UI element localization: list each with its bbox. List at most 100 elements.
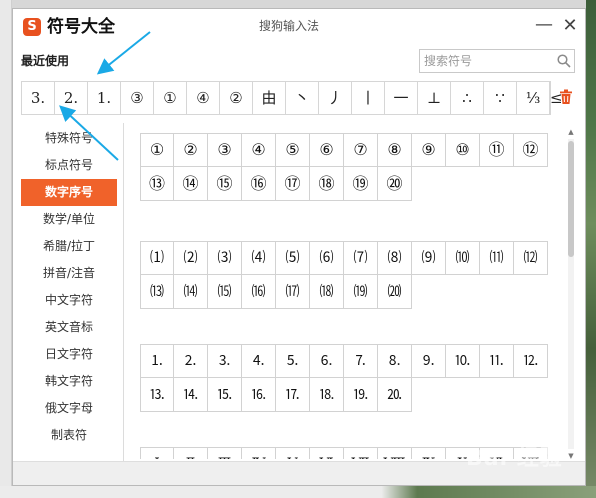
recent-symbol[interactable]: 丨 <box>352 82 385 114</box>
symbol-cell[interactable]: ⒍ <box>310 344 344 378</box>
sidebar-item[interactable]: 标点符号 <box>21 152 117 179</box>
symbol-cell[interactable]: ⑫ <box>514 133 548 167</box>
symbol-cell[interactable]: Ⅶ <box>344 447 378 459</box>
symbol-cell[interactable]: ⒎ <box>344 344 378 378</box>
symbol-cell[interactable]: ⑰ <box>276 167 310 201</box>
symbol-cell[interactable]: ⒗ <box>242 378 276 412</box>
recent-symbol[interactable]: ④ <box>187 82 220 114</box>
sidebar-item[interactable]: 数学/单位 <box>21 206 117 233</box>
symbol-cell[interactable]: ⑻ <box>378 241 412 275</box>
symbol-cell[interactable]: ④ <box>242 133 276 167</box>
sidebar-item[interactable]: 希腊/拉丁 <box>21 233 117 260</box>
symbol-cell[interactable]: ⑱ <box>310 167 344 201</box>
sidebar-item[interactable]: 韩文字符 <box>21 368 117 395</box>
symbol-cell[interactable]: ⑪ <box>480 133 514 167</box>
symbol-cell[interactable]: ⒉ <box>174 344 208 378</box>
symbol-cell[interactable]: ⑭ <box>174 167 208 201</box>
symbol-cell[interactable]: ⒈ <box>140 344 174 378</box>
symbol-cell[interactable]: ⒄ <box>276 275 310 309</box>
recent-symbol[interactable]: 3. <box>22 82 55 114</box>
symbol-cell[interactable]: ⒆ <box>344 275 378 309</box>
symbol-cell[interactable]: Ⅳ <box>242 447 276 459</box>
symbol-cell[interactable]: ⒀ <box>140 275 174 309</box>
symbol-cell[interactable]: ⒓ <box>514 344 548 378</box>
symbol-cell[interactable]: ⑹ <box>310 241 344 275</box>
scroll-down-arrow-icon[interactable]: ▼ <box>565 451 577 461</box>
search-icon[interactable] <box>557 54 571 68</box>
symbol-cell[interactable]: ③ <box>208 133 242 167</box>
symbol-cell[interactable]: ⑯ <box>242 167 276 201</box>
recent-symbol[interactable]: ⊥ <box>418 82 451 114</box>
recent-symbol[interactable]: ③ <box>121 82 154 114</box>
sidebar-item[interactable]: 特殊符号 <box>21 125 117 152</box>
symbol-cell[interactable]: ⒅ <box>310 275 344 309</box>
symbol-cell[interactable]: ⒖ <box>208 378 242 412</box>
symbol-cell[interactable]: ⑥ <box>310 133 344 167</box>
symbol-cell[interactable]: ⒏ <box>378 344 412 378</box>
symbol-cell[interactable]: ⑵ <box>174 241 208 275</box>
symbol-cell[interactable]: ⒂ <box>208 275 242 309</box>
sidebar-item[interactable]: 数字序号 <box>21 179 117 206</box>
sidebar-item[interactable]: 日文字符 <box>21 341 117 368</box>
recent-symbol[interactable]: 丶 <box>286 82 319 114</box>
symbol-cell[interactable]: Ⅵ <box>310 447 344 459</box>
symbol-cell[interactable]: ⑺ <box>344 241 378 275</box>
scroll-thumb[interactable] <box>568 141 574 257</box>
symbol-cell[interactable]: Ⅸ <box>412 447 446 459</box>
symbol-cell[interactable]: ⒘ <box>276 378 310 412</box>
symbol-cell[interactable]: ⑷ <box>242 241 276 275</box>
recent-symbol[interactable]: 丿 <box>319 82 352 114</box>
scroll-up-arrow-icon[interactable]: ▲ <box>565 127 577 137</box>
symbol-cell[interactable]: ⑶ <box>208 241 242 275</box>
symbol-cell[interactable]: ⑨ <box>412 133 446 167</box>
symbol-cell[interactable]: ⑴ <box>140 241 174 275</box>
sidebar-item[interactable]: 俄文字母 <box>21 395 117 422</box>
symbol-cell[interactable]: ⑸ <box>276 241 310 275</box>
symbol-cell[interactable]: ⑧ <box>378 133 412 167</box>
symbol-cell[interactable]: ⑩ <box>446 133 480 167</box>
symbol-cell[interactable]: ⒒ <box>480 344 514 378</box>
recent-symbol[interactable]: 2. <box>55 82 88 114</box>
symbol-cell[interactable]: ⑲ <box>344 167 378 201</box>
symbol-cell[interactable]: ⒃ <box>242 275 276 309</box>
symbol-cell[interactable]: ⑼ <box>412 241 446 275</box>
symbol-cell[interactable]: ⒇ <box>378 275 412 309</box>
symbol-cell[interactable]: ⑤ <box>276 133 310 167</box>
search-box[interactable] <box>419 49 575 73</box>
recent-symbol[interactable]: ∴ <box>451 82 484 114</box>
symbol-cell[interactable]: ⒙ <box>310 378 344 412</box>
recent-symbol[interactable]: ∵ <box>484 82 517 114</box>
symbol-cell[interactable]: ⑬ <box>140 167 174 201</box>
minimize-button[interactable]: — <box>533 15 555 37</box>
symbol-cell[interactable]: ⑾ <box>480 241 514 275</box>
symbol-cell[interactable]: Ⅰ <box>140 447 174 459</box>
symbol-cell[interactable]: ⒛ <box>378 378 412 412</box>
symbol-cell[interactable]: ⑽ <box>446 241 480 275</box>
symbol-cell[interactable]: ⒑ <box>446 344 480 378</box>
symbol-cell[interactable]: ⑿ <box>514 241 548 275</box>
search-input[interactable] <box>424 53 550 69</box>
symbol-cell[interactable]: ⒋ <box>242 344 276 378</box>
symbol-cell[interactable]: ⒚ <box>344 378 378 412</box>
symbol-cell[interactable]: ⒔ <box>140 378 174 412</box>
recent-symbol[interactable]: 由 <box>253 82 286 114</box>
symbol-cell[interactable]: ⒕ <box>174 378 208 412</box>
recent-symbol[interactable]: ② <box>220 82 253 114</box>
recent-symbol[interactable]: ⅓ <box>517 82 550 114</box>
symbol-cell[interactable]: ⑮ <box>208 167 242 201</box>
symbol-cell[interactable]: ② <box>174 133 208 167</box>
close-button[interactable]: ✕ <box>559 15 581 37</box>
recent-symbol[interactable]: 一 <box>385 82 418 114</box>
symbol-cell[interactable]: ① <box>140 133 174 167</box>
symbol-cell[interactable]: ⑦ <box>344 133 378 167</box>
sidebar-item[interactable]: 拼音/注音 <box>21 260 117 287</box>
symbol-cell[interactable]: ⒌ <box>276 344 310 378</box>
symbol-cell[interactable]: ⒐ <box>412 344 446 378</box>
symbol-cell[interactable]: Ⅷ <box>378 447 412 459</box>
sidebar-item[interactable]: 英文音标 <box>21 314 117 341</box>
title-bar[interactable]: S 符号大全 搜狗输入法 — ✕ <box>13 9 585 41</box>
vertical-scrollbar[interactable]: ▲ ▼ <box>565 127 577 461</box>
recent-symbol[interactable]: 1. <box>88 82 121 114</box>
sidebar-item[interactable]: 中文字符 <box>21 287 117 314</box>
symbol-cell[interactable]: ⑳ <box>378 167 412 201</box>
